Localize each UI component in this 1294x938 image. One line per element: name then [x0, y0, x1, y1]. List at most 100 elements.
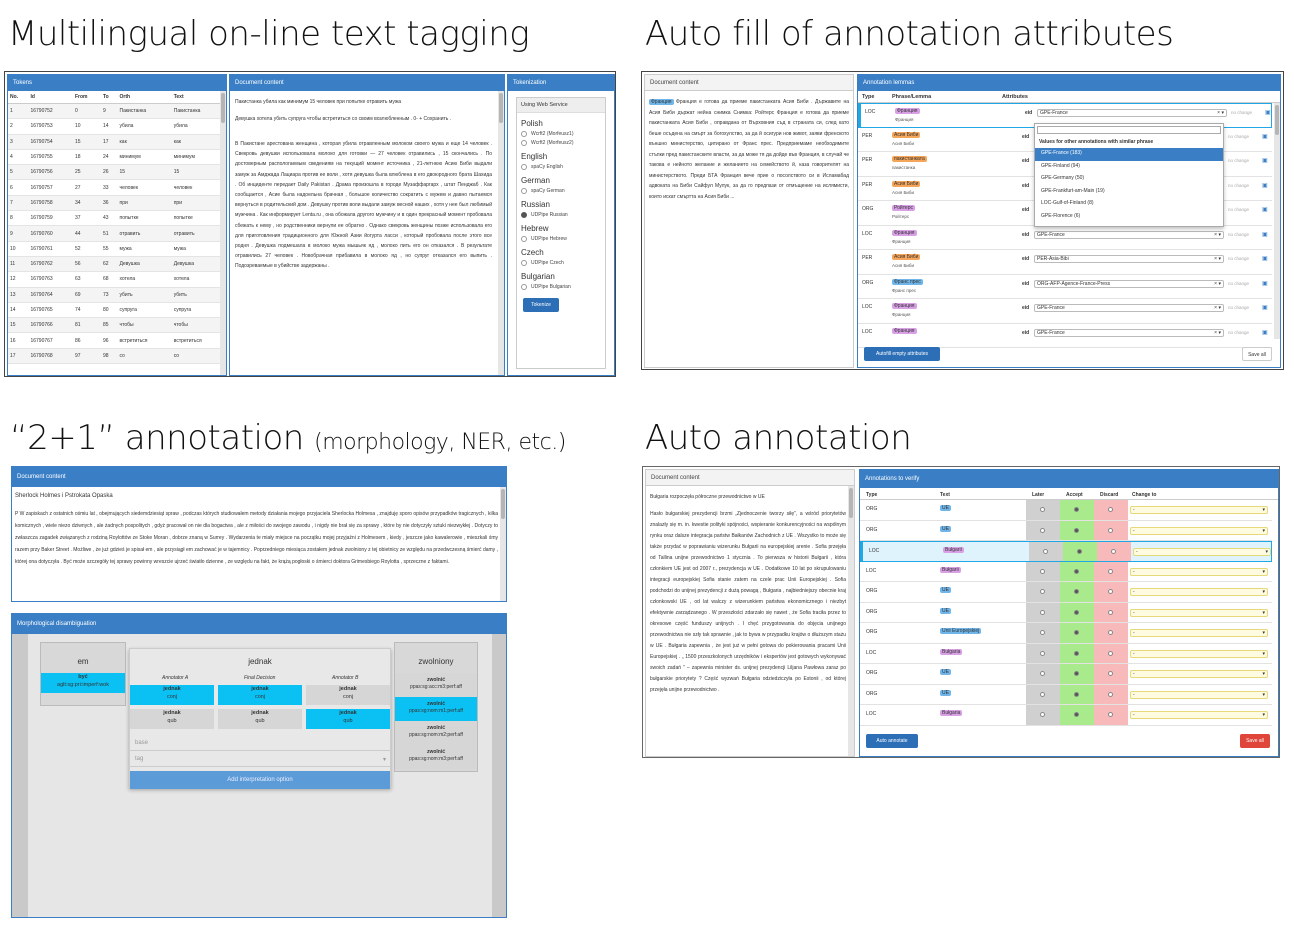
discard-radio[interactable]	[1108, 671, 1113, 676]
save-icon[interactable]: ▣	[1262, 206, 1268, 213]
eid-select[interactable]: GPE-France × ▾	[1034, 328, 1224, 337]
table-row[interactable]: 8 16790759 37 43 попытке попытке	[8, 210, 226, 227]
zwolniony-option[interactable]: zwolnić ppas:sg:nom:m2:perf:aff	[395, 721, 477, 745]
opt-b-conj[interactable]: jednak conj	[306, 685, 390, 705]
dropdown-item[interactable]: GPE-Florence (6)	[1035, 211, 1223, 224]
verify-row[interactable]: ORG UE - ▾	[860, 664, 1272, 685]
table-row[interactable]: 4 16790755 18 24 минимум минимум	[8, 149, 226, 166]
table-row[interactable]: 6 16790757 27 33 человек человек	[8, 179, 226, 196]
eid-select[interactable]: PER-Asia-Bibi × ▾	[1034, 255, 1224, 263]
verify-row[interactable]: LOC Bułgaria - ▾	[860, 705, 1272, 726]
annotation-scrollbar[interactable]	[1274, 103, 1280, 339]
save-icon[interactable]: ▣	[1262, 231, 1268, 238]
opt-final-conj[interactable]: jednak conj	[218, 685, 302, 705]
tokenizer-radio[interactable]: UDPipe Czech	[521, 260, 601, 266]
accept-radio[interactable]	[1074, 712, 1079, 717]
tokenizer-radio[interactable]: spaCy German	[521, 188, 601, 194]
annotation-row[interactable]: LOC Франция Франция eid GPE-France × ▾ no chan…	[858, 299, 1272, 324]
opt-b-qub[interactable]: jednak qub	[306, 709, 390, 729]
save-icon[interactable]: ▣	[1262, 304, 1268, 311]
verify-row[interactable]: ORG UE - ▾	[860, 602, 1272, 623]
tokenizer-radio[interactable]: UDPipe Hebrew	[521, 236, 601, 242]
later-radio[interactable]	[1040, 527, 1045, 533]
verify-row[interactable]: LOC Bułgarii - ▾	[860, 561, 1272, 582]
change-to-select[interactable]: - ▾	[1130, 690, 1268, 699]
discard-radio[interactable]	[1111, 549, 1116, 554]
verify-row[interactable]: LOC Bułgarii - ▾	[860, 541, 1272, 562]
eid-select[interactable]: ORG-AFP-Agence-France-Press × ▾	[1034, 279, 1224, 288]
change-to-select[interactable]: - ▾	[1130, 567, 1268, 576]
annotation-row[interactable]: LOC Франция eid GPE-France × ▾ no change ▣	[858, 324, 1272, 348]
eid-select[interactable]: GPE-France × ▾	[1037, 109, 1227, 117]
tokenizer-radio[interactable]: UDPipe Bulgarian	[521, 284, 601, 290]
verify-row[interactable]: ORG UE - ▾	[860, 520, 1272, 541]
change-to-select[interactable]: - ▾	[1130, 649, 1268, 658]
table-row[interactable]: 9 16790760 44 51 отравить отравить	[8, 225, 226, 242]
later-radio[interactable]	[1040, 568, 1045, 574]
entity-tag[interactable]: Франция	[649, 99, 674, 105]
tag-select[interactable]: tag ▾	[130, 753, 390, 767]
base-input[interactable]: base	[130, 737, 390, 751]
discard-radio[interactable]	[1108, 712, 1113, 717]
discard-radio[interactable]	[1108, 691, 1113, 697]
save-icon[interactable]: ▣	[1262, 255, 1268, 262]
discard-radio[interactable]	[1108, 589, 1113, 594]
opt-a-conj[interactable]: jednak conj	[130, 685, 214, 705]
change-to-select[interactable]: - ▾	[1133, 548, 1271, 556]
table-row[interactable]: 11 16790762 56 62 Девушка Девушка	[8, 256, 226, 273]
auto-annotate-button[interactable]: Auto annotate	[866, 734, 918, 748]
dropdown-item[interactable]: GPE-France (183)	[1035, 148, 1223, 161]
save-icon[interactable]: ▣	[1262, 280, 1268, 287]
table-row[interactable]: 17 16790768 97 98 со со	[8, 348, 226, 365]
verify-row[interactable]: LOC Bułgaria - ▾	[860, 643, 1272, 664]
doc-scrollbar-4[interactable]	[848, 486, 854, 756]
dropdown-search[interactable]	[1037, 126, 1221, 134]
dropdown-item[interactable]: LOC-Gulf-of-Finland (8)	[1035, 198, 1223, 211]
table-row[interactable]: 15 16790766 81 85 чтобы чтобы	[8, 317, 226, 334]
tokenizer-radio[interactable]: Wcrft2 (Morfeusz2)	[521, 140, 601, 146]
later-radio[interactable]	[1040, 609, 1045, 615]
doc-scrollbar-3[interactable]	[500, 487, 506, 601]
eid-select[interactable]: GPE-France × ▾	[1034, 230, 1224, 239]
table-row[interactable]: 13 16790764 69 73 убить убить	[8, 287, 226, 303]
table-row[interactable]: 1 16790752 0 9 Пакистанка Пакистанка	[8, 103, 226, 120]
accept-radio[interactable]	[1077, 549, 1082, 554]
add-interpretation-button[interactable]: Add interpretation option	[130, 771, 390, 789]
save-icon[interactable]: ▣	[1262, 133, 1268, 140]
later-radio[interactable]	[1040, 691, 1045, 697]
change-to-select[interactable]: - ▾	[1130, 711, 1268, 719]
discard-radio[interactable]	[1108, 609, 1113, 615]
accept-radio[interactable]	[1074, 527, 1079, 533]
zwolniony-option[interactable]: zwolnić ppas:sg:nom:m1:perf:aff	[395, 697, 477, 721]
tokenizer-radio[interactable]: spaCy English	[521, 164, 601, 170]
save-icon[interactable]: ▣	[1262, 157, 1268, 164]
save-all-button-4[interactable]: Save all	[1240, 734, 1270, 748]
later-radio[interactable]	[1040, 507, 1045, 512]
later-radio[interactable]	[1040, 589, 1045, 594]
table-row[interactable]: 14 16790765 74 80 супруга супруга	[8, 302, 226, 319]
change-to-select[interactable]: - ▾	[1130, 588, 1268, 596]
save-icon[interactable]: ▣	[1265, 109, 1271, 116]
table-row[interactable]: 10 16790761 52 55 мужа мужа	[8, 241, 226, 257]
later-radio[interactable]	[1040, 671, 1045, 676]
change-to-select[interactable]: - ▾	[1130, 506, 1268, 514]
annotation-row[interactable]: LOC Франция Франция eid GPE-France × ▾ no chan…	[858, 226, 1272, 250]
tokenize-button[interactable]: Tokenize	[523, 298, 559, 312]
change-to-select[interactable]: - ▾	[1130, 526, 1268, 535]
verify-row[interactable]: ORG UE - ▾	[860, 582, 1272, 603]
tokenizer-radio[interactable]: UDPipe Russian	[521, 212, 601, 218]
opt-final-qub[interactable]: jednak qub	[218, 709, 302, 729]
dropdown-item[interactable]: GPE-Finland (94)	[1035, 161, 1223, 174]
tokenizer-radio[interactable]: Wcrft2 (Morfeusz1)	[521, 131, 601, 137]
later-radio[interactable]	[1040, 712, 1045, 717]
change-to-select[interactable]: - ▾	[1130, 670, 1268, 678]
accept-radio[interactable]	[1074, 630, 1079, 635]
discard-radio[interactable]	[1108, 650, 1113, 656]
discard-radio[interactable]	[1108, 507, 1113, 512]
later-radio[interactable]	[1043, 549, 1048, 554]
save-all-button[interactable]: Save all	[1242, 347, 1272, 361]
later-radio[interactable]	[1040, 650, 1045, 656]
discard-radio[interactable]	[1108, 527, 1113, 533]
discard-radio[interactable]	[1108, 630, 1113, 635]
later-radio[interactable]	[1040, 630, 1045, 635]
